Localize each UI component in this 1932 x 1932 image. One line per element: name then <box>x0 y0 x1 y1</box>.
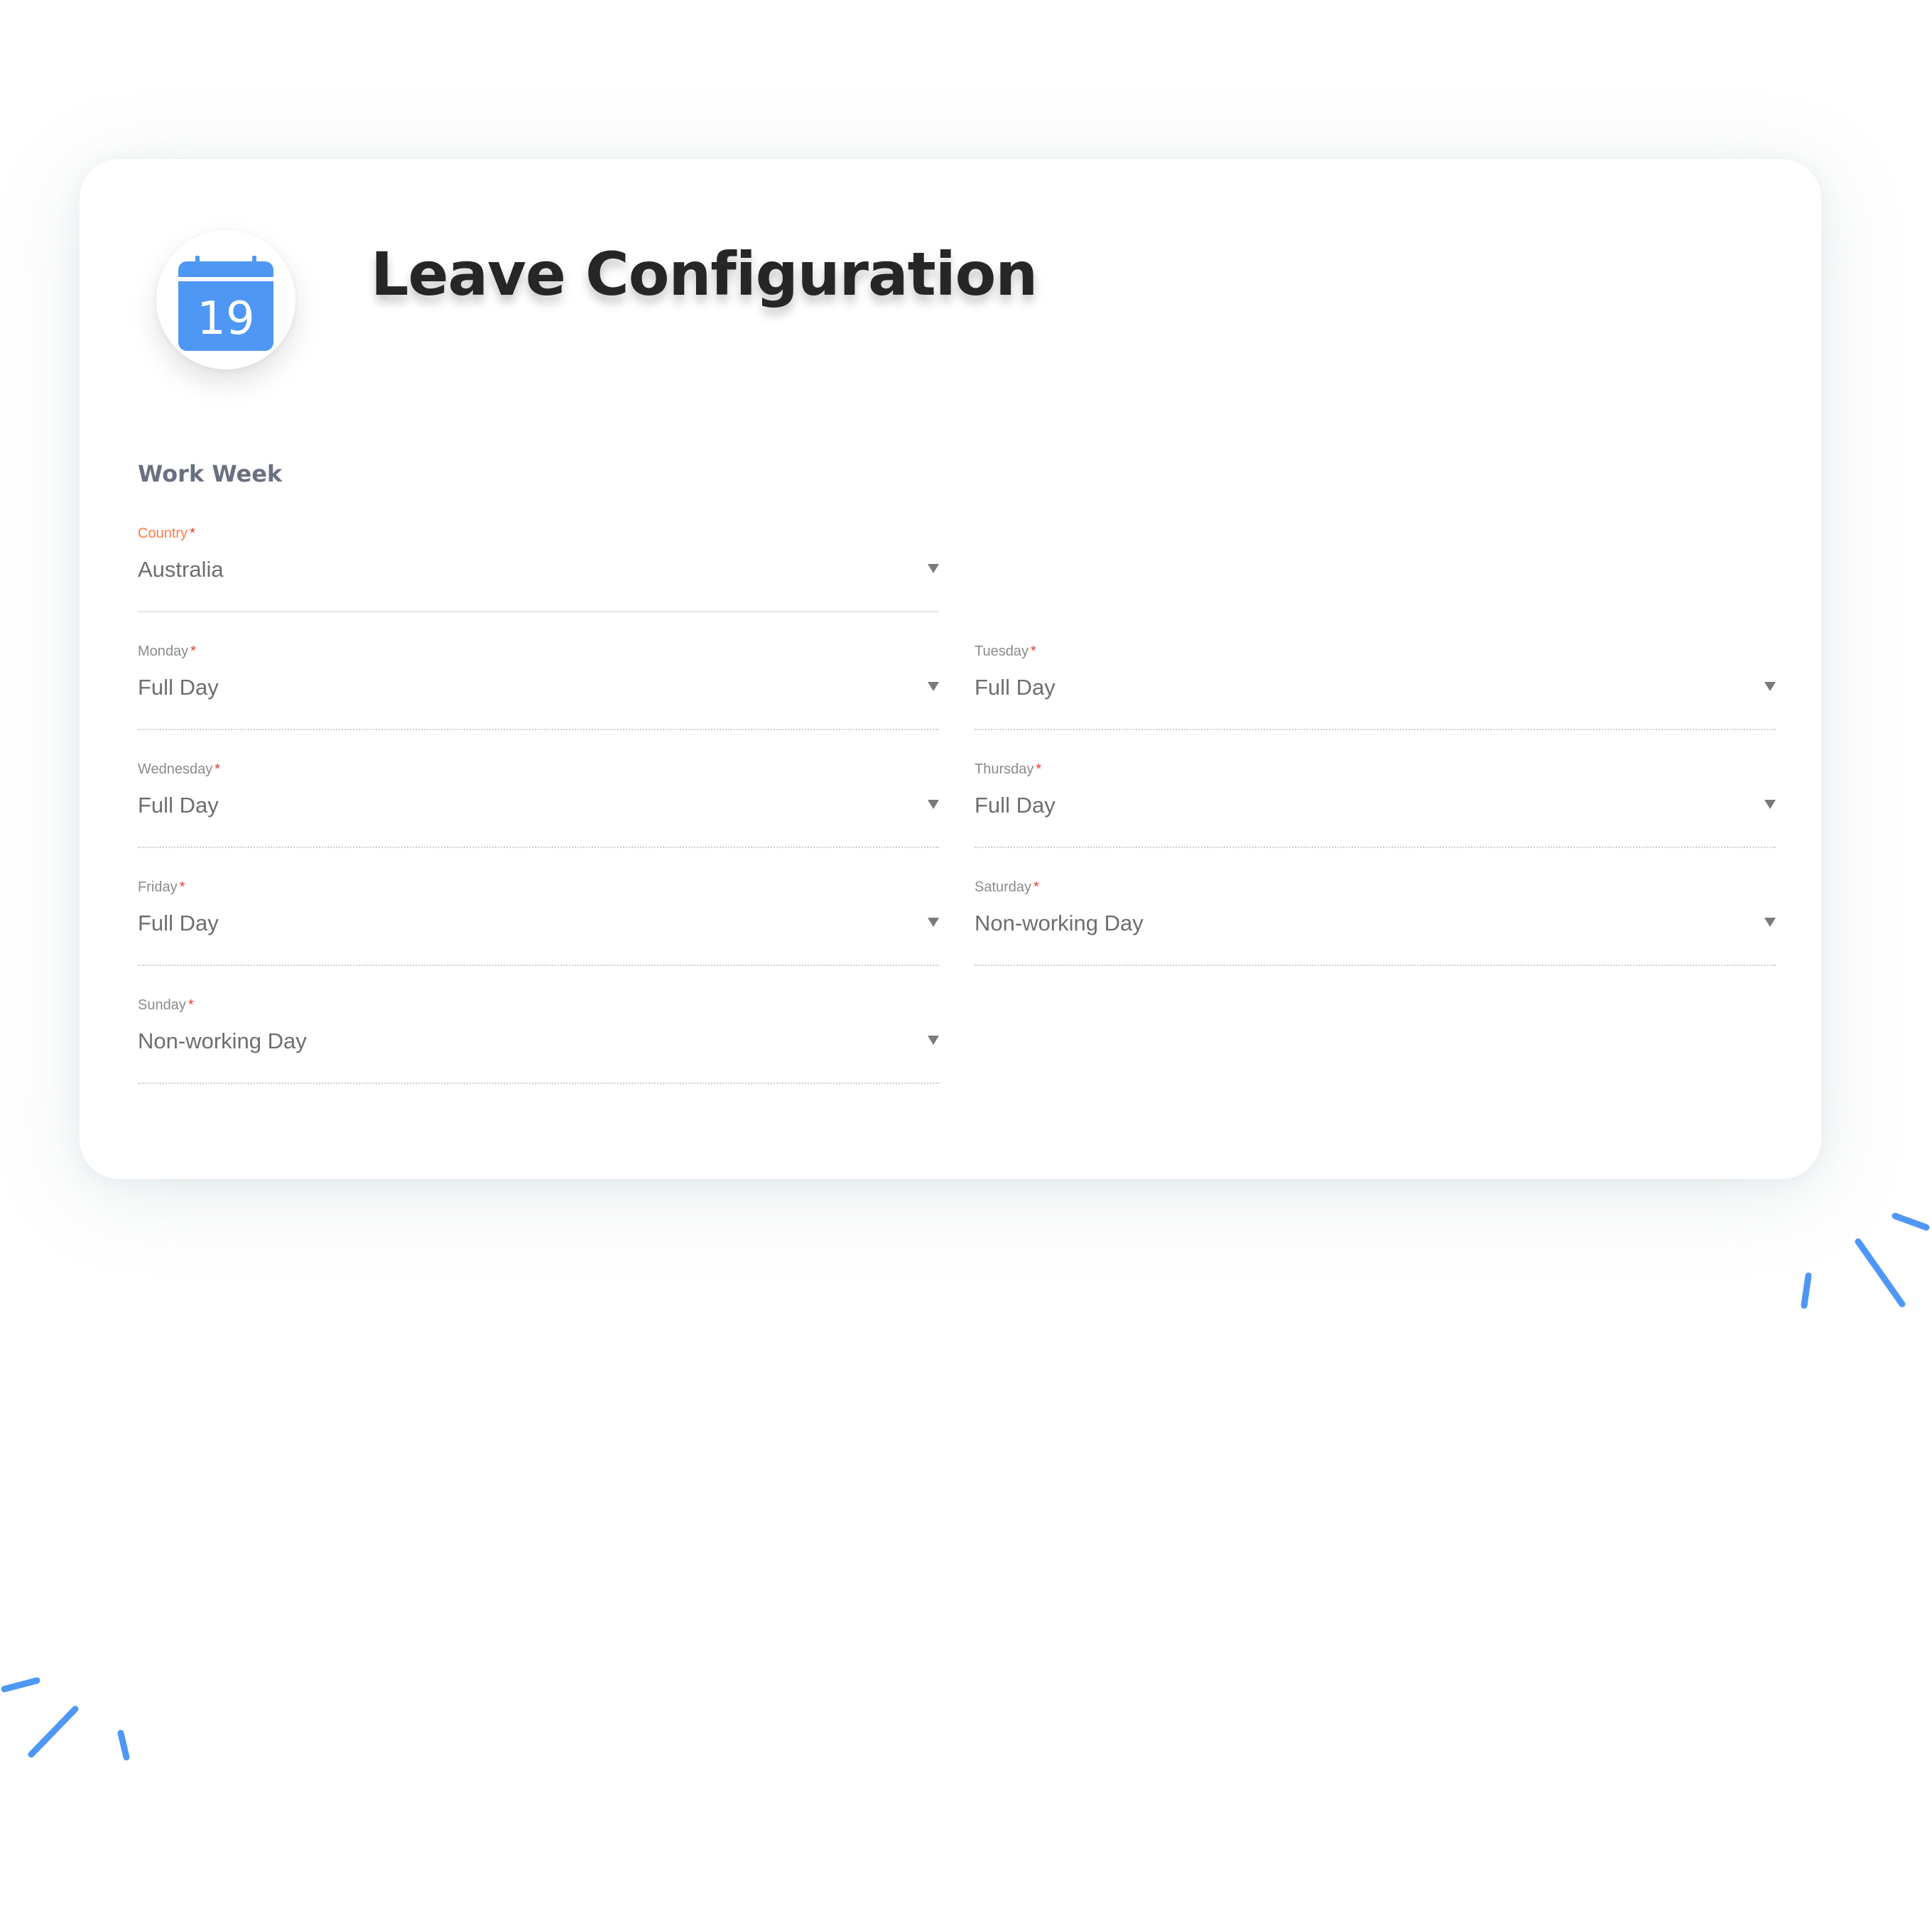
sparkle-stroke-bottom-left-3 <box>117 1730 130 1761</box>
sparkle-stroke-top-right-2 <box>1855 1238 1906 1308</box>
decorative-sparkles <box>1 1212 1930 1761</box>
sparkle-stroke-top-right-3 <box>1801 1272 1812 1309</box>
sparkle-stroke-bottom-left-1 <box>1 1677 40 1693</box>
sparkle-stroke-bottom-left-2 <box>28 1705 79 1758</box>
sparkle-stroke-top-right-1 <box>1892 1212 1930 1231</box>
